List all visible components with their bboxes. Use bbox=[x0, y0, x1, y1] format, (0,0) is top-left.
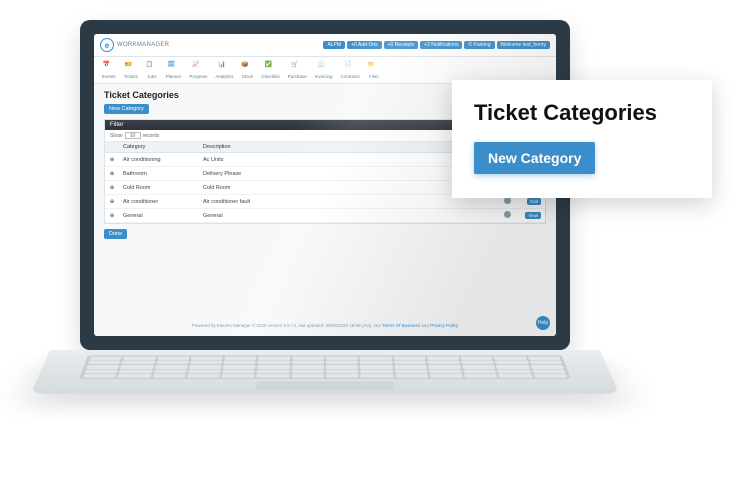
cell-category: Air conditioner bbox=[119, 197, 199, 207]
toolbar-item[interactable]: 🗓Planner bbox=[166, 61, 182, 79]
calendar-icon: 📅 bbox=[103, 61, 115, 73]
logo[interactable]: e WORKMANAGER bbox=[100, 38, 169, 52]
header-pill[interactable]: +2 Notifications bbox=[420, 41, 462, 49]
expand-toggle[interactable]: ⊕ bbox=[105, 183, 119, 193]
toolbar-item[interactable]: 📅Events bbox=[102, 61, 116, 79]
contracts-icon: 📄 bbox=[344, 61, 356, 73]
jobs-icon: 📋 bbox=[146, 61, 158, 73]
logo-text: WORKMANAGER bbox=[117, 42, 169, 48]
cell-category: Air conditioning bbox=[119, 155, 199, 165]
analytics-icon: 📊 bbox=[218, 61, 230, 73]
done-button[interactable]: Done bbox=[104, 229, 127, 239]
cell-category: Cold Room bbox=[119, 183, 199, 193]
toolbar-item[interactable]: 📄Contracts bbox=[340, 61, 359, 79]
toolbar-item[interactable]: 📋Jobs bbox=[146, 61, 158, 79]
header-pill[interactable]: +0 Add-Ons bbox=[347, 41, 382, 49]
cell-description: General bbox=[199, 211, 497, 221]
header-pill-user[interactable]: Welcome test_henry bbox=[497, 41, 550, 49]
new-category-button[interactable]: New Category bbox=[104, 104, 149, 114]
toolbar-item[interactable]: 🛒Purchase bbox=[288, 61, 307, 79]
terms-link[interactable]: Terms Of Business bbox=[382, 323, 420, 328]
laptop-base bbox=[31, 350, 619, 394]
expand-toggle[interactable]: ⊕ bbox=[105, 211, 119, 221]
status-icon bbox=[504, 211, 511, 218]
overlay-title: Ticket Categories bbox=[474, 100, 690, 126]
trackpad bbox=[256, 381, 394, 390]
toolbar-item[interactable]: ✅Checklist bbox=[261, 61, 279, 79]
show-label: Show bbox=[110, 133, 123, 139]
toolbar-item[interactable]: 🎫Tickets bbox=[124, 61, 138, 79]
overlay-card: Ticket Categories New Category bbox=[452, 80, 712, 198]
table-row: ⊕GeneralGeneralView bbox=[105, 209, 545, 223]
status-icon bbox=[504, 197, 511, 204]
header-pill[interactable]: © Parking bbox=[464, 41, 494, 49]
stock-icon: 📦 bbox=[241, 61, 253, 73]
planner-icon: 🗓 bbox=[168, 61, 180, 73]
files-icon: 📁 bbox=[368, 61, 380, 73]
toolbar-item[interactable]: 📊Analytics bbox=[215, 61, 233, 79]
invoicing-icon: 🧾 bbox=[318, 61, 330, 73]
ticket-icon: 🎫 bbox=[125, 61, 137, 73]
expand-toggle[interactable]: ⊕ bbox=[105, 197, 119, 207]
header-pill[interactable]: +0 Receipts bbox=[384, 41, 419, 49]
records-label: records bbox=[143, 133, 160, 139]
row-action-button[interactable]: Edit bbox=[527, 198, 541, 205]
privacy-link[interactable]: Privacy Policy bbox=[430, 323, 458, 328]
row-action-button[interactable]: View bbox=[525, 212, 541, 219]
expand-toggle[interactable]: ⊕ bbox=[105, 169, 119, 179]
cell-description: Air conditioner fault bbox=[199, 197, 497, 207]
help-button[interactable]: Help bbox=[536, 316, 550, 330]
footer: Powered by Eworks Manager © 2020 version… bbox=[94, 323, 556, 328]
app-header: e WORKMANAGER ALPM +0 Add-Ons +0 Receipt… bbox=[94, 34, 556, 57]
purchase-icon: 🛒 bbox=[291, 61, 303, 73]
expand-toggle[interactable]: ⊕ bbox=[105, 155, 119, 165]
progress-icon: 📈 bbox=[192, 61, 204, 73]
logo-badge-icon: e bbox=[100, 38, 114, 52]
cell-category: General bbox=[119, 211, 199, 221]
col-category[interactable]: Category bbox=[119, 142, 199, 152]
cell-category: Bathroom bbox=[119, 169, 199, 179]
header-pills: ALPM +0 Add-Ons +0 Receipts +2 Notificat… bbox=[323, 41, 550, 49]
toolbar-item[interactable]: 📦Stock bbox=[241, 61, 253, 79]
keyboard bbox=[79, 355, 571, 379]
records-count-input[interactable]: 10 bbox=[125, 132, 141, 139]
checklist-icon: ✅ bbox=[265, 61, 277, 73]
header-pill[interactable]: ALPM bbox=[323, 41, 345, 49]
toolbar-item[interactable]: 📁Files bbox=[368, 61, 380, 79]
toolbar-item[interactable]: 📈Progress bbox=[189, 61, 207, 79]
overlay-new-category-button[interactable]: New Category bbox=[474, 142, 595, 174]
toolbar-item[interactable]: 🧾Invoicing bbox=[315, 61, 333, 79]
